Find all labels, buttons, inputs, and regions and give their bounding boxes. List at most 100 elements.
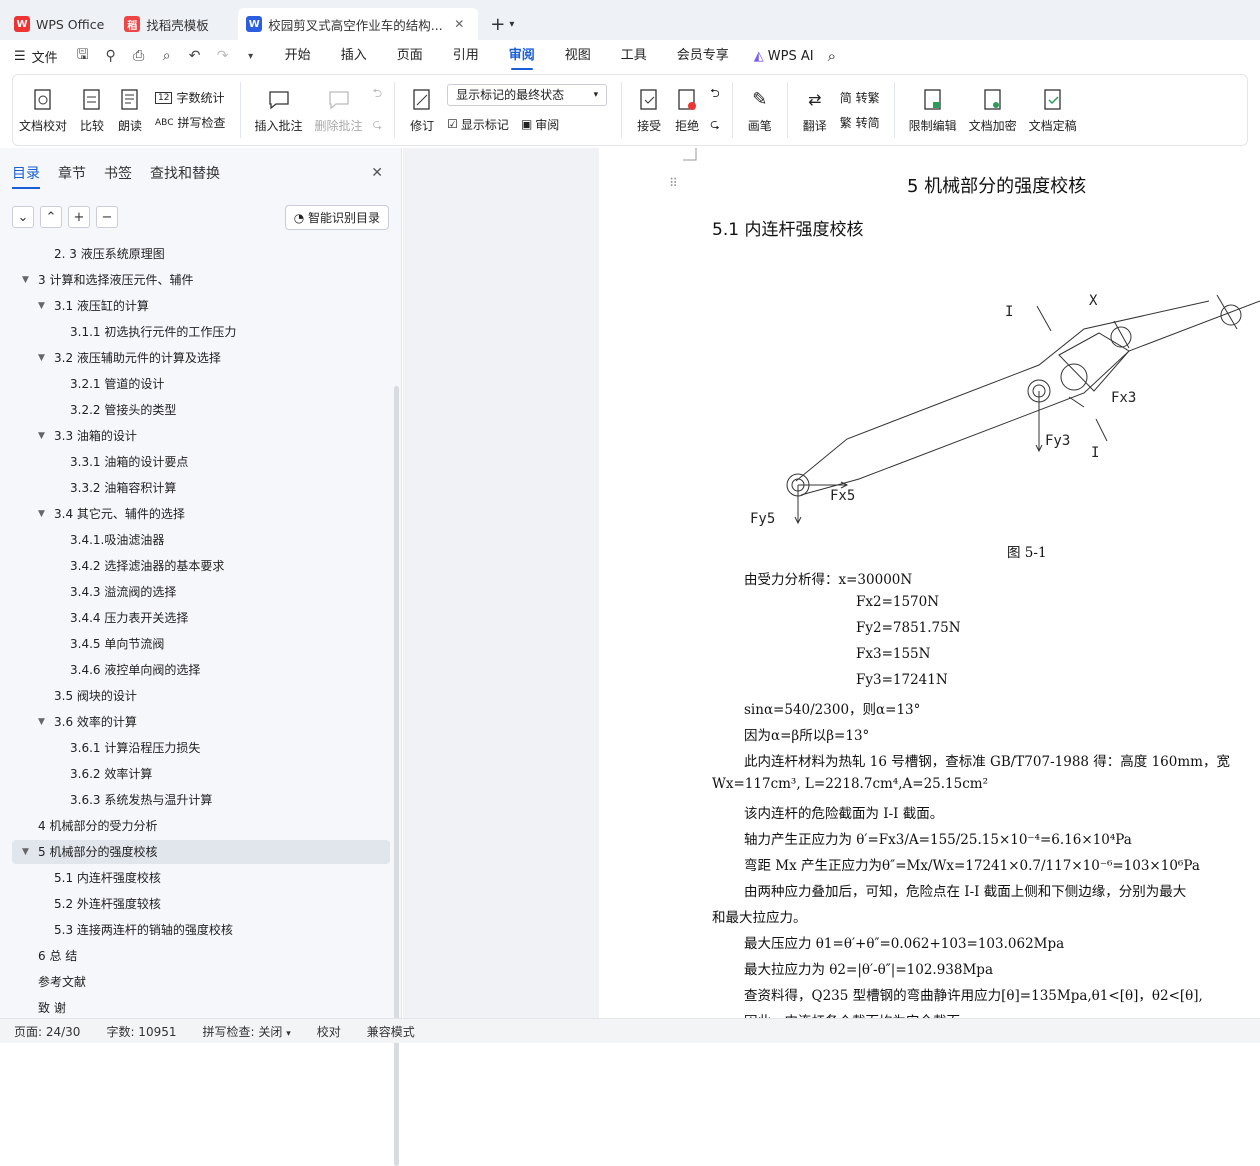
toc-item[interactable]: 参考文献 (12, 970, 390, 994)
toc-item[interactable]: 3.1.1 初选执行元件的工作压力 (12, 320, 390, 344)
show-marks-button[interactable]: ☑ 显示标记 (447, 116, 509, 133)
toc-item[interactable]: 3.3.2 油箱容积计算 (12, 476, 390, 500)
toc-scrollbar[interactable] (394, 386, 399, 1166)
file-menu[interactable]: 文件 (32, 47, 58, 66)
next-comment-icon[interactable]: ⮎ (373, 115, 383, 136)
redo-icon[interactable]: ↷ (214, 47, 232, 65)
more-dropdown-icon[interactable]: ▾ (242, 47, 260, 65)
tab-toc[interactable]: 目录 (12, 163, 40, 189)
tab-find-replace[interactable]: 查找和替换 (150, 163, 220, 183)
prev-change-icon[interactable]: ⮌ (710, 84, 720, 105)
toc-item[interactable]: 3.5 阀块的设计 (12, 684, 390, 708)
menu-tab-review[interactable]: 审阅 (509, 40, 535, 72)
expand-arrow-icon[interactable]: ▼ (38, 346, 45, 370)
insert-comment-button[interactable]: 插入批注 (255, 87, 303, 134)
next-change-icon[interactable]: ⮎ (710, 115, 720, 136)
reject-button[interactable]: 拒绝 (674, 87, 700, 134)
document-page[interactable]: ⠿ 5 机械部分的强度校核 5.1 内连杆强度校核 I X Fx3 Fy3 I … (599, 148, 1260, 1018)
toc-item[interactable]: ▼ 3.1 液压缸的计算 (12, 294, 390, 318)
drag-handle-icon[interactable]: ⠿ (669, 176, 678, 190)
expand-arrow-icon[interactable]: ▼ (22, 840, 29, 864)
delete-comment-button[interactable]: 删除批注 (315, 87, 363, 134)
search-icon[interactable]: ⌕ (828, 47, 836, 65)
close-pane-icon[interactable]: ✕ (371, 165, 383, 181)
menu-tab-home[interactable]: 开始 (285, 40, 311, 72)
spell-check-button[interactable]: ABC 拼写检查 (155, 114, 225, 131)
toc-item[interactable]: 5.3 连接两连杆的销轴的强度校核 (12, 918, 390, 942)
menu-tab-view[interactable]: 视图 (565, 40, 591, 72)
menu-tab-tools[interactable]: 工具 (621, 40, 647, 72)
toc-item[interactable]: ▼ 3.2 液压辅助元件的计算及选择 (12, 346, 390, 370)
expand-arrow-icon[interactable]: ▼ (38, 424, 45, 448)
tab-document[interactable]: W 校园剪叉式高空作业车的结构... ✕ (238, 8, 479, 40)
proofread-status[interactable]: 校对 (317, 1023, 341, 1040)
toc-item[interactable]: 3.4.5 单向节流阀 (12, 632, 390, 656)
toc-item[interactable]: 3.4.3 溢流阀的选择 (12, 580, 390, 604)
print-icon[interactable]: ⎙ (130, 47, 148, 65)
review-pane-button[interactable]: ▣ 审阅 (521, 116, 559, 133)
restrict-edit-button[interactable]: 限制编辑 (909, 87, 957, 134)
toc-item[interactable]: 3.2.2 管接头的类型 (12, 398, 390, 422)
toc-item[interactable]: ▼ 3 计算和选择液压元件、辅件 (12, 268, 390, 292)
undo-icon[interactable]: ↶ (186, 47, 204, 65)
toc-item[interactable]: ▼ 3.4 其它元、辅件的选择 (12, 502, 390, 526)
revise-button[interactable]: 修订 (409, 87, 435, 134)
collapse-up-icon[interactable]: ⌃ (40, 206, 62, 228)
pen-button[interactable]: ✎ 画笔 (747, 87, 773, 134)
menu-tab-insert[interactable]: 插入 (341, 40, 367, 72)
encrypt-button[interactable]: 文档加密 (969, 87, 1017, 134)
add-heading-icon[interactable]: + (68, 206, 90, 228)
to-simplified-button[interactable]: 繁 转简 (840, 114, 880, 131)
doc-check-button[interactable]: 文档校对 (19, 87, 67, 134)
toc-item[interactable]: 3.3.1 油箱的设计要点 (12, 450, 390, 474)
word-count-button[interactable]: 12 字数统计 (155, 89, 225, 106)
share-icon[interactable]: ⚲ (102, 47, 120, 65)
menu-tab-member[interactable]: 会员专享 (677, 40, 729, 72)
finalize-button[interactable]: 文档定稿 (1029, 87, 1077, 134)
wps-ai-button[interactable]: ◭ WPS AI (754, 49, 814, 64)
menu-tab-page[interactable]: 页面 (397, 40, 423, 72)
print-preview-icon[interactable]: ⌕ (158, 47, 176, 65)
toc-item[interactable]: 3.4.6 液控单向阀的选择 (12, 658, 390, 682)
prev-comment-icon[interactable]: ⮌ (373, 84, 383, 105)
expand-arrow-icon[interactable]: ▼ (38, 710, 45, 734)
display-state-select[interactable]: 显示标记的最终状态 ▾ (447, 83, 608, 106)
toc-item[interactable]: 3.6.2 效率计算 (12, 762, 390, 786)
accept-button[interactable]: 接受 (636, 87, 662, 134)
read-aloud-button[interactable]: 朗读 (117, 87, 143, 134)
toc-item[interactable]: 5.1 内连杆强度校核 (12, 866, 390, 890)
toc-item[interactable]: 2. 3 液压系统原理图 (12, 242, 390, 266)
toc-item[interactable]: ▼ 3.6 效率的计算 (12, 710, 390, 734)
menu-tab-reference[interactable]: 引用 (453, 40, 479, 72)
new-tab-button[interactable]: + ▾ (482, 8, 522, 40)
toc-item[interactable]: ▼ 3.3 油箱的设计 (12, 424, 390, 448)
toc-item[interactable]: 5.2 外连杆强度较核 (12, 892, 390, 916)
tab-wps-office[interactable]: W WPS Office (6, 8, 112, 40)
toc-item[interactable]: 3.4.2 选择滤油器的基本要求 (12, 554, 390, 578)
word-count[interactable]: 字数: 10951 (106, 1023, 176, 1040)
toc-item[interactable]: 4 机械部分的受力分析 (12, 814, 390, 838)
toc-item[interactable]: ▼ 5 机械部分的强度校核 (12, 840, 390, 864)
collapse-down-icon[interactable]: ⌄ (12, 206, 34, 228)
compare-button[interactable]: 比较 (79, 87, 105, 134)
tab-chapters[interactable]: 章节 (58, 163, 86, 183)
remove-heading-icon[interactable]: − (96, 206, 118, 228)
tab-template[interactable]: 稻找稻壳模板 (116, 8, 234, 40)
expand-arrow-icon[interactable]: ▼ (22, 268, 29, 292)
tab-bookmarks[interactable]: 书签 (104, 163, 132, 183)
toc-item[interactable]: 3.4.4 压力表开关选择 (12, 606, 390, 630)
expand-arrow-icon[interactable]: ▼ (38, 294, 45, 318)
smart-toc-button[interactable]: ◔ 智能识别目录 (284, 204, 389, 230)
toc-item[interactable]: 致 谢 (12, 996, 390, 1018)
translate-button[interactable]: ⇄ 翻译 (802, 87, 828, 134)
toc-item[interactable]: 3.2.1 管道的设计 (12, 372, 390, 396)
toc-item[interactable]: 3.6.1 计算沿程压力损失 (12, 736, 390, 760)
toc-item[interactable]: 6 总 结 (12, 944, 390, 968)
toc-item[interactable]: 3.4.1.吸油滤油器 (12, 528, 390, 552)
to-traditional-button[interactable]: 简 转繁 (840, 89, 880, 106)
page-indicator[interactable]: 页面: 24/30 (14, 1023, 80, 1040)
hamburger-icon[interactable]: ☰ (14, 49, 26, 64)
spell-check-status[interactable]: 拼写检查: 关闭 ▾ (203, 1023, 291, 1040)
expand-arrow-icon[interactable]: ▼ (38, 502, 45, 526)
save-icon[interactable]: 🖫 (74, 47, 92, 65)
